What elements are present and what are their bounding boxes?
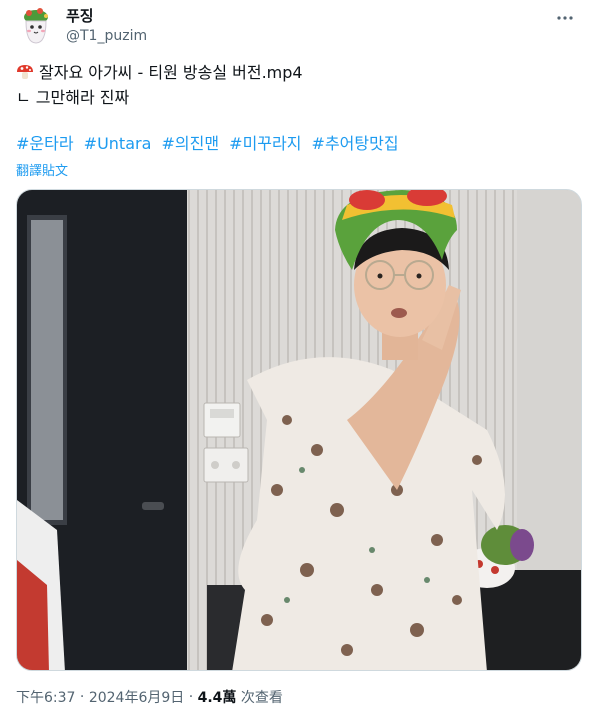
separator: ·	[79, 689, 85, 705]
tweet-date[interactable]: 2024年6月9日	[89, 690, 184, 706]
video-frame	[17, 190, 581, 670]
mushroom-emoji-icon	[17, 65, 33, 79]
tweet-line-2: ㄴ 그만해라 진짜	[16, 88, 130, 107]
hashtag-link[interactable]: #운타라	[16, 134, 74, 153]
more-options-button[interactable]	[551, 4, 579, 32]
hashtag-list: #운타라 #Untara #의진맨 #미꾸라지 #추어탕맛집	[16, 133, 404, 155]
hashtag-link[interactable]: #미꾸라지	[229, 134, 301, 153]
more-horizontal-icon	[557, 16, 573, 20]
tweet-line-1-text: 잘자요 아가씨 - 티원 방송실 버전.mp4	[39, 63, 303, 82]
tweet-metadata: 下午6:37 · 2024年6月9日 · 4.4萬 次查看	[16, 687, 283, 707]
author-display-name[interactable]: 푸징	[66, 5, 94, 26]
separator: ·	[188, 689, 194, 705]
translate-post-link[interactable]: 翻譯貼文	[16, 160, 68, 179]
avatar-image	[16, 5, 56, 45]
hashtag-link[interactable]: #추어탕맛집	[312, 134, 399, 153]
hashtag-link[interactable]: #의진맨	[161, 134, 219, 153]
tweet-time[interactable]: 下午6:37	[16, 690, 75, 706]
author-handle[interactable]: @T1_puzim	[66, 28, 147, 44]
avatar[interactable]	[16, 5, 56, 45]
hashtag-link[interactable]: #Untara	[84, 134, 152, 153]
tweet-line-1: 잘자요 아가씨 - 티원 방송실 버전.mp4	[16, 60, 576, 85]
views-count[interactable]: 4.4萬	[198, 690, 237, 706]
views-label: 次查看	[240, 690, 283, 706]
tweet-text: 잘자요 아가씨 - 티원 방송실 버전.mp4 ㄴ 그만해라 진짜	[16, 60, 576, 110]
video-player[interactable]	[16, 189, 582, 671]
